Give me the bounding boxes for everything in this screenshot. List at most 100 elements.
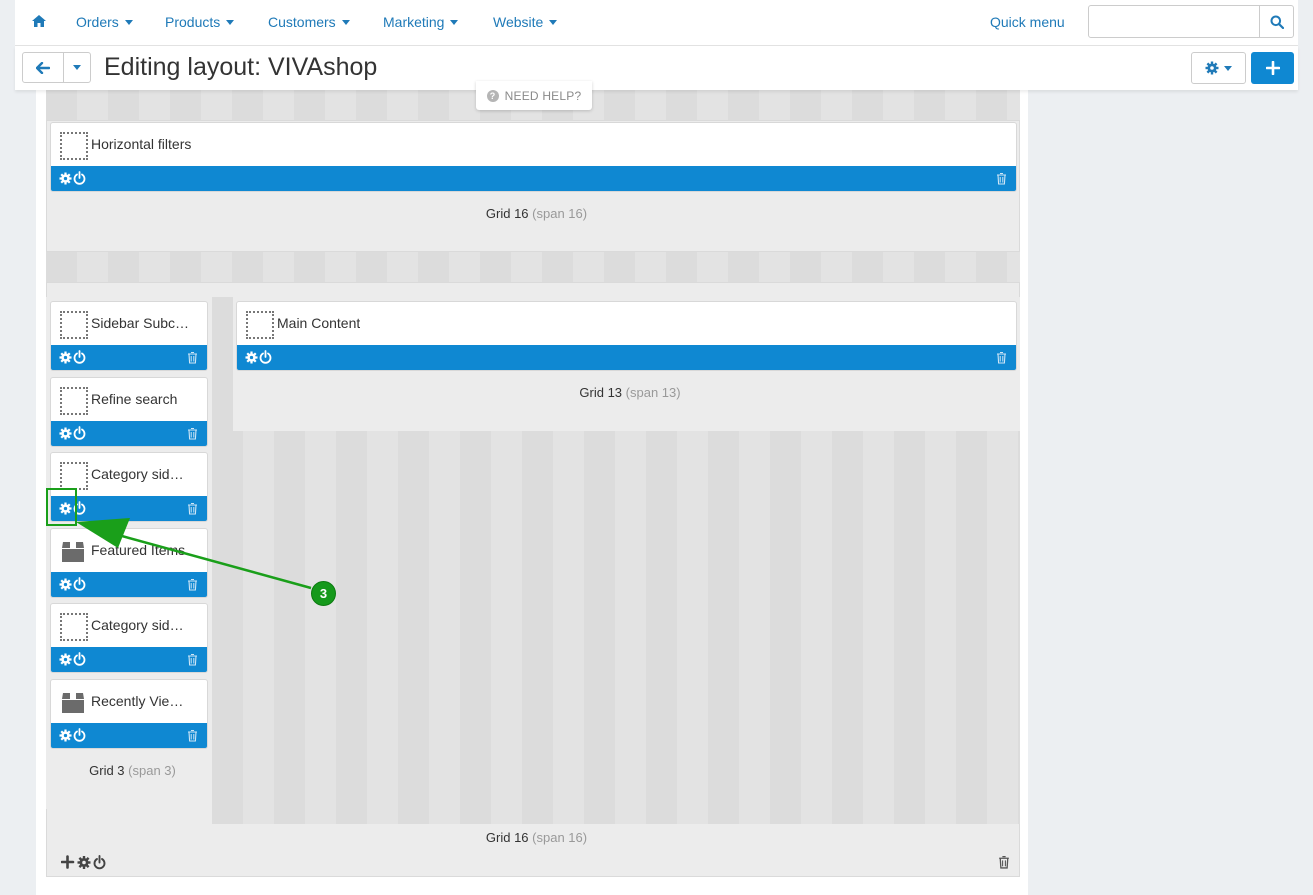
gear-icon[interactable] bbox=[77, 856, 91, 869]
chevron-down-icon bbox=[124, 20, 133, 25]
dotted-box-icon bbox=[60, 132, 88, 160]
trash-icon[interactable] bbox=[187, 578, 198, 596]
block-horizontal-filters[interactable]: Horizontal filters bbox=[50, 122, 1017, 192]
block-toolbar bbox=[51, 420, 207, 446]
trash-icon[interactable] bbox=[996, 172, 1007, 190]
nav-customers[interactable]: Customers bbox=[268, 14, 350, 30]
grid-span: (span 13) bbox=[625, 385, 681, 400]
trash-icon[interactable] bbox=[187, 427, 198, 445]
page-title: Editing layout: VIVAshop bbox=[104, 53, 378, 81]
grid-span: (span 3) bbox=[128, 763, 176, 778]
grid-name: Grid 3 bbox=[89, 763, 125, 778]
trash-icon[interactable] bbox=[998, 855, 1010, 874]
power-icon[interactable] bbox=[73, 350, 86, 369]
search-button[interactable] bbox=[1259, 6, 1294, 37]
block-toolbar bbox=[51, 722, 207, 748]
trash-icon[interactable] bbox=[187, 351, 198, 369]
question-icon: ? bbox=[486, 89, 499, 102]
gear-icon[interactable] bbox=[59, 653, 72, 671]
dotted-box-icon bbox=[60, 311, 88, 339]
back-button[interactable] bbox=[22, 52, 64, 83]
dotted-box-icon bbox=[60, 613, 88, 641]
quick-menu-link[interactable]: Quick menu bbox=[990, 14, 1065, 30]
nav-products-label: Products bbox=[165, 14, 221, 30]
block-toolbar bbox=[51, 571, 207, 597]
trash-icon[interactable] bbox=[187, 502, 198, 520]
grid-name: Grid 16 bbox=[485, 830, 529, 845]
need-help-label: NEED HELP? bbox=[504, 88, 582, 103]
back-dropdown-button[interactable] bbox=[63, 52, 91, 83]
sidebar-block[interactable]: Category sid… bbox=[50, 603, 208, 673]
gear-icon bbox=[1205, 61, 1219, 75]
grid-main-label: Grid 13 (span 13) bbox=[233, 385, 1027, 400]
chevron-down-icon bbox=[450, 20, 459, 25]
power-icon[interactable] bbox=[73, 576, 86, 596]
sidebar-block[interactable]: Sidebar Subc… bbox=[50, 301, 208, 371]
grid-span: (span 16) bbox=[532, 206, 588, 221]
block-main-content[interactable]: Main Content bbox=[236, 301, 1017, 371]
block-name: Main Content bbox=[277, 315, 361, 331]
block-name: Category sid… bbox=[91, 617, 184, 633]
block-name: Recently Vie… bbox=[91, 692, 184, 709]
gear-icon[interactable] bbox=[59, 577, 72, 596]
nav-orders[interactable]: Orders bbox=[76, 14, 133, 30]
sidebar-block[interactable]: Refine search bbox=[50, 376, 208, 447]
grid-sidebar-label: Grid 3 (span 3) bbox=[46, 763, 219, 778]
block-name: Refine search bbox=[91, 390, 178, 407]
gear-icon[interactable] bbox=[59, 172, 72, 190]
trash-icon[interactable] bbox=[187, 729, 198, 747]
sidebar-block[interactable]: Featured Items bbox=[50, 527, 208, 598]
power-icon[interactable] bbox=[73, 171, 86, 190]
grid-name: Grid 13 bbox=[579, 385, 623, 400]
block-header: Category sid… bbox=[51, 604, 207, 646]
block-header: Main Content bbox=[237, 302, 1016, 344]
nav-website-label: Website bbox=[493, 14, 544, 30]
block-name: Sidebar Subc… bbox=[91, 315, 190, 331]
settings-dropdown-button[interactable] bbox=[1191, 52, 1246, 84]
power-icon[interactable] bbox=[73, 652, 86, 671]
nav-website[interactable]: Website bbox=[493, 14, 558, 30]
nav-products[interactable]: Products bbox=[165, 14, 235, 30]
arrow-left-icon bbox=[36, 61, 50, 74]
block-header: Recently Vie… bbox=[51, 680, 207, 722]
page-header: Editing layout: VIVAshop bbox=[15, 46, 1298, 90]
gear-icon[interactable] bbox=[59, 426, 72, 445]
nav-marketing[interactable]: Marketing bbox=[383, 14, 459, 30]
power-icon[interactable] bbox=[73, 727, 86, 747]
power-icon[interactable] bbox=[73, 425, 86, 445]
dotted-box-icon bbox=[60, 386, 88, 415]
plus-icon[interactable] bbox=[60, 855, 75, 869]
trash-icon[interactable] bbox=[996, 351, 1007, 369]
annotation-badge: 3 bbox=[311, 581, 336, 606]
block-toolbar bbox=[51, 166, 1016, 191]
search-icon bbox=[1270, 15, 1284, 29]
block-header: Featured Items bbox=[51, 529, 207, 571]
dotted-box-icon bbox=[60, 462, 88, 490]
sidebar-block[interactable]: Recently Vie… bbox=[50, 678, 208, 749]
block-header: Refine search bbox=[51, 378, 207, 420]
grid-name: Grid 16 bbox=[485, 206, 529, 221]
chevron-down-icon bbox=[73, 65, 81, 70]
nav-marketing-label: Marketing bbox=[383, 14, 445, 30]
block-header: Horizontal filters bbox=[51, 123, 1016, 165]
power-icon[interactable] bbox=[259, 350, 272, 369]
top-navigation: Orders Products Customers Marketing Webs… bbox=[15, 0, 1298, 46]
chevron-down-icon bbox=[226, 20, 235, 25]
chevron-down-icon bbox=[1224, 65, 1232, 71]
gear-icon[interactable] bbox=[245, 351, 258, 369]
chevron-down-icon bbox=[549, 20, 558, 25]
need-help-button[interactable]: ? NEED HELP? bbox=[476, 81, 592, 110]
container-tools bbox=[60, 855, 109, 875]
block-toolbar bbox=[51, 345, 207, 370]
trash-icon[interactable] bbox=[187, 653, 198, 671]
chevron-down-icon bbox=[341, 20, 350, 25]
grid-background bbox=[46, 252, 1020, 282]
grid-container-label: Grid 16 (span 16) bbox=[46, 830, 1027, 845]
home-icon[interactable] bbox=[31, 13, 47, 29]
block-name: Horizontal filters bbox=[91, 136, 192, 152]
add-button[interactable] bbox=[1251, 52, 1294, 84]
power-icon[interactable] bbox=[93, 855, 106, 870]
gear-icon[interactable] bbox=[59, 351, 72, 369]
gear-icon[interactable] bbox=[59, 728, 72, 747]
highlight-box bbox=[46, 488, 77, 526]
